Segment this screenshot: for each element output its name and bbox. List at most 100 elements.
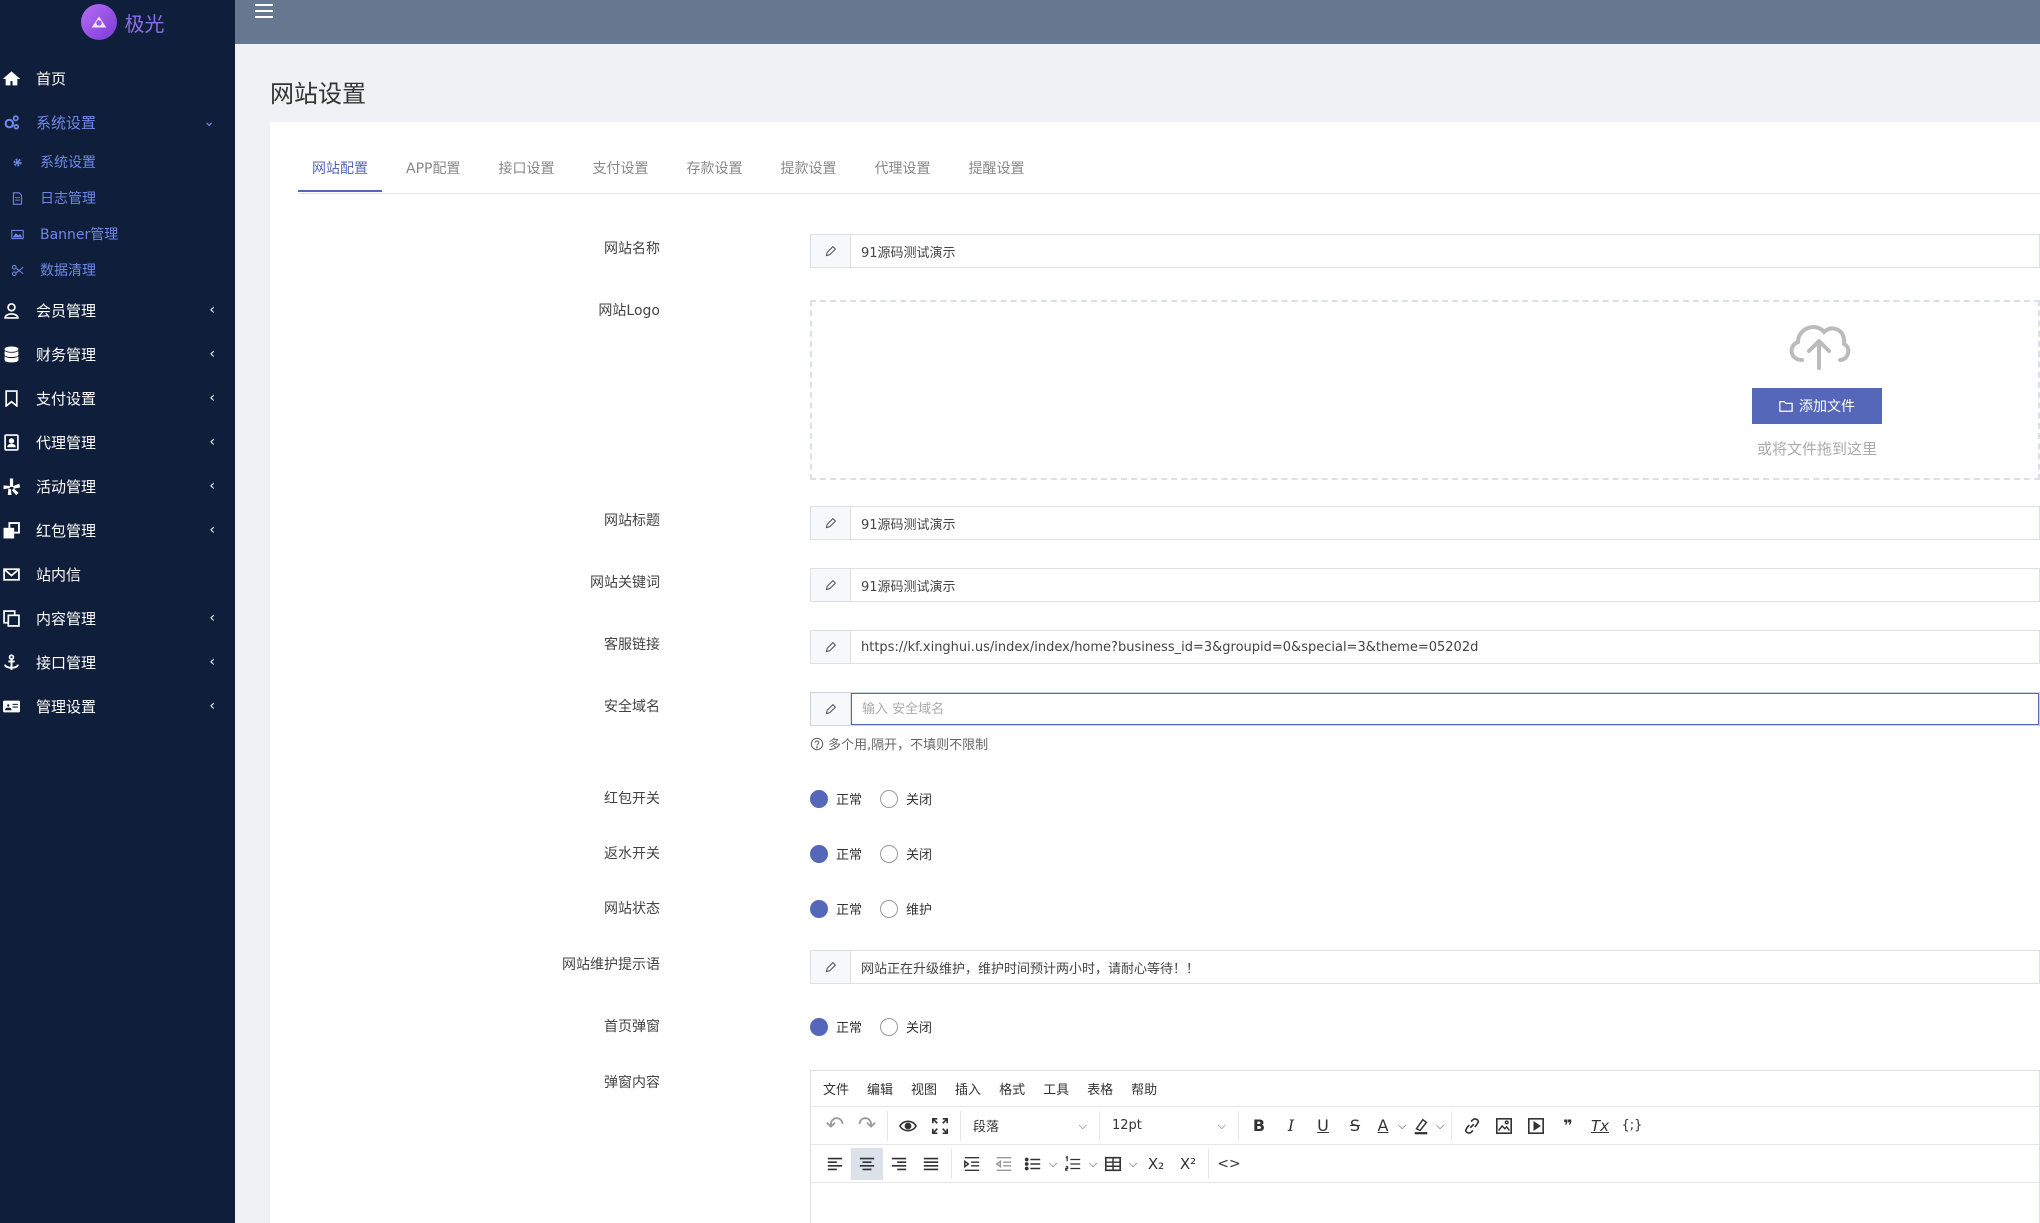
home-popup-on[interactable]: 正常 bbox=[810, 1017, 862, 1036]
subscript-icon[interactable]: X₂ bbox=[1140, 1148, 1172, 1180]
menu-table[interactable]: 表格 bbox=[1087, 1079, 1113, 1098]
align-right-icon[interactable] bbox=[883, 1148, 915, 1180]
superscript-icon[interactable]: X² bbox=[1172, 1148, 1204, 1180]
preview-eye-icon[interactable] bbox=[892, 1110, 924, 1142]
brand[interactable]: 极光 bbox=[0, 0, 235, 44]
tab-api-settings[interactable]: 接口设置 bbox=[484, 152, 568, 192]
sidebar-subitem-system-settings[interactable]: 系统设置 bbox=[0, 144, 235, 180]
clear-format-icon[interactable]: Tx bbox=[1584, 1110, 1616, 1142]
chevron-down-icon[interactable]: ⌵ bbox=[1433, 1110, 1447, 1142]
source-code-icon[interactable]: <> bbox=[1213, 1148, 1245, 1180]
menu-format[interactable]: 格式 bbox=[999, 1079, 1025, 1098]
site-keywords-input[interactable] bbox=[851, 569, 2039, 601]
tab-agent-settings[interactable]: 代理设置 bbox=[860, 152, 944, 192]
code-sample-icon[interactable]: {;} bbox=[1616, 1110, 1648, 1142]
site-name-input[interactable] bbox=[851, 235, 2039, 267]
chevron-down-icon[interactable]: ⌵ bbox=[1046, 1148, 1060, 1180]
site-title-input[interactable] bbox=[851, 507, 2039, 539]
align-left-icon[interactable] bbox=[819, 1148, 851, 1180]
tab-site-config[interactable]: 网站配置 bbox=[298, 152, 382, 192]
italic-icon[interactable]: I bbox=[1275, 1110, 1307, 1142]
radio-dot bbox=[880, 789, 899, 808]
yelp-icon bbox=[2, 477, 20, 495]
strikethrough-icon[interactable]: S bbox=[1339, 1110, 1371, 1142]
redo-icon[interactable]: ↷ bbox=[851, 1110, 883, 1142]
gear-icon bbox=[10, 155, 24, 169]
tab-reminder-settings[interactable]: 提醒设置 bbox=[954, 152, 1038, 192]
menu-help[interactable]: 帮助 bbox=[1131, 1079, 1157, 1098]
sidebar-item-system-settings[interactable]: 系统设置 ⌄ bbox=[0, 100, 235, 144]
undo-icon[interactable]: ↶ bbox=[819, 1110, 851, 1142]
link-icon[interactable] bbox=[1456, 1110, 1488, 1142]
text-color-icon[interactable]: A bbox=[1371, 1110, 1395, 1142]
radio-dot bbox=[880, 899, 899, 918]
underline-icon[interactable]: U bbox=[1307, 1110, 1339, 1142]
sidebar-item-activity-management[interactable]: 活动管理 ‹ bbox=[0, 464, 235, 508]
sidebar-item-content-management[interactable]: 内容管理 ‹ bbox=[0, 596, 235, 640]
font-size-value: 12pt bbox=[1112, 1118, 1142, 1133]
align-center-icon[interactable] bbox=[851, 1147, 883, 1180]
numbered-list-icon[interactable] bbox=[1060, 1148, 1086, 1180]
bookmark-icon bbox=[2, 389, 20, 407]
menu-tools[interactable]: 工具 bbox=[1043, 1079, 1069, 1098]
redpacket-switch-on[interactable]: 正常 bbox=[810, 789, 862, 808]
outdent-icon[interactable] bbox=[988, 1148, 1020, 1180]
home-popup-off[interactable]: 关闭 bbox=[880, 1017, 932, 1036]
blockquote-icon[interactable]: ❞ bbox=[1552, 1110, 1584, 1142]
rebate-switch-off[interactable]: 关闭 bbox=[880, 844, 932, 863]
menu-edit[interactable]: 编辑 bbox=[867, 1079, 893, 1098]
sidebar-subitem-banner-management[interactable]: Banner管理 bbox=[0, 216, 235, 252]
table-icon[interactable] bbox=[1100, 1148, 1126, 1180]
tab-withdraw-settings[interactable]: 提款设置 bbox=[766, 152, 850, 192]
sidebar-item-site-messages[interactable]: 站内信 bbox=[0, 552, 235, 596]
sidebar-item-redpacket-management[interactable]: 红包管理 ‹ bbox=[0, 508, 235, 552]
add-file-button[interactable]: 添加文件 bbox=[1752, 388, 1882, 424]
logo-dropzone[interactable]: 添加文件 或将文件拖到这里 bbox=[810, 300, 2040, 480]
sidebar-subitem-log-management[interactable]: 日志管理 bbox=[0, 180, 235, 216]
menu-toggle-icon[interactable] bbox=[255, 4, 273, 22]
font-size-select[interactable]: 12pt ⌵ bbox=[1104, 1110, 1234, 1142]
rebate-switch: 正常 关闭 bbox=[810, 844, 932, 863]
chevron-left-icon: ‹ bbox=[209, 698, 215, 714]
tab-app-config[interactable]: APP配置 bbox=[392, 152, 474, 192]
align-justify-icon[interactable] bbox=[915, 1148, 947, 1180]
rebate-switch-label: 返水开关 bbox=[604, 846, 660, 862]
maintain-tip-input[interactable] bbox=[851, 951, 2039, 983]
redpacket-switch-off[interactable]: 关闭 bbox=[880, 789, 932, 808]
home-popup-switch: 正常 关闭 bbox=[810, 1017, 932, 1036]
chevron-down-icon[interactable]: ⌵ bbox=[1086, 1148, 1100, 1180]
menu-insert[interactable]: 插入 bbox=[955, 1079, 981, 1098]
site-status-normal[interactable]: 正常 bbox=[810, 899, 862, 918]
sidebar-item-admin-settings[interactable]: 管理设置 ‹ bbox=[0, 684, 235, 728]
safe-domain-input[interactable] bbox=[851, 693, 2039, 725]
indent-icon[interactable] bbox=[956, 1148, 988, 1180]
sidebar-item-api-management[interactable]: 接口管理 ‹ bbox=[0, 640, 235, 684]
sidebar-item-home[interactable]: 首页 bbox=[0, 56, 235, 100]
sidebar-item-agent-management[interactable]: 代理管理 ‹ bbox=[0, 420, 235, 464]
insert-image-icon[interactable] bbox=[1488, 1110, 1520, 1142]
bold-icon[interactable]: B bbox=[1243, 1110, 1275, 1142]
sidebar-item-payment-settings[interactable]: 支付设置 ‹ bbox=[0, 376, 235, 420]
service-link-input[interactable] bbox=[851, 631, 2039, 663]
rebate-switch-on[interactable]: 正常 bbox=[810, 844, 862, 863]
tab-payment-settings[interactable]: 支付设置 bbox=[578, 152, 662, 192]
fullscreen-icon[interactable] bbox=[924, 1110, 956, 1142]
sidebar-item-label: 活动管理 bbox=[36, 477, 97, 496]
bullet-list-icon[interactable] bbox=[1020, 1148, 1046, 1180]
sidebar-subitem-data-cleanup[interactable]: 数据清理 bbox=[0, 252, 235, 288]
tab-deposit-settings[interactable]: 存款设置 bbox=[672, 152, 756, 192]
sidebar-item-finance-management[interactable]: 财务管理 ‹ bbox=[0, 332, 235, 376]
insert-media-icon[interactable] bbox=[1520, 1110, 1552, 1142]
sidebar-item-label: 支付设置 bbox=[36, 389, 97, 408]
site-status-maintenance[interactable]: 维护 bbox=[880, 899, 932, 918]
redpacket-switch: 正常 关闭 bbox=[810, 789, 932, 808]
sidebar-item-member-management[interactable]: 会员管理 ‹ bbox=[0, 288, 235, 332]
block-format-select[interactable]: 段落 ⌵ bbox=[965, 1110, 1095, 1142]
chevron-down-icon[interactable]: ⌵ bbox=[1126, 1148, 1140, 1180]
menu-view[interactable]: 视图 bbox=[911, 1079, 937, 1098]
highlight-color-icon[interactable] bbox=[1409, 1110, 1433, 1142]
site-title-group bbox=[810, 506, 2040, 540]
chevron-down-icon[interactable]: ⌵ bbox=[1395, 1110, 1409, 1142]
menu-file[interactable]: 文件 bbox=[823, 1079, 849, 1098]
sidebar-subitem-label: Banner管理 bbox=[40, 227, 119, 243]
